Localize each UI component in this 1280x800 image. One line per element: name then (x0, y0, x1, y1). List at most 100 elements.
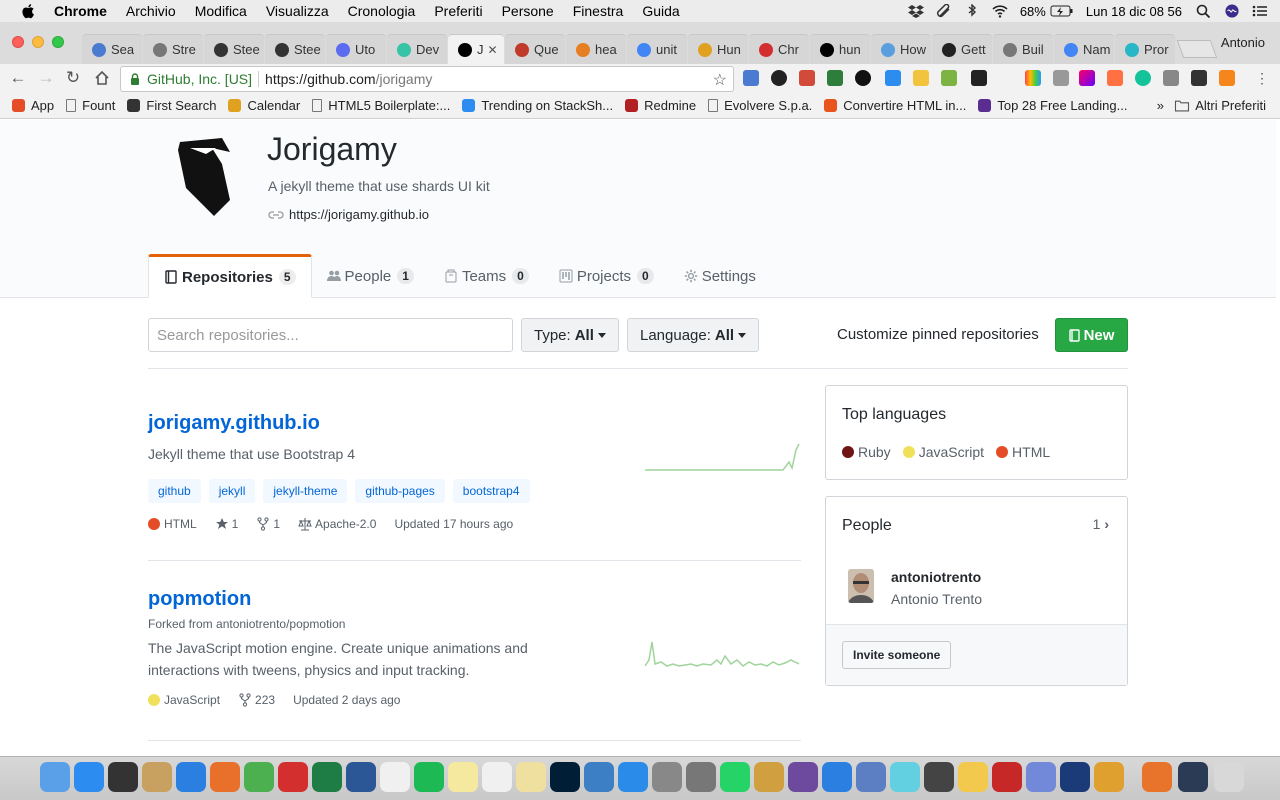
bookmarks-overflow-button[interactable]: » (1157, 98, 1164, 113)
browser-tab[interactable]: Pror (1115, 34, 1175, 64)
apple-logo-icon[interactable] (20, 3, 38, 19)
dock-app-icon[interactable] (142, 762, 172, 792)
menu-persone[interactable]: Persone (502, 3, 554, 19)
siri-icon[interactable] (1224, 4, 1240, 18)
dock-app-icon[interactable] (754, 762, 784, 792)
browser-tab[interactable]: hea (566, 34, 626, 64)
dock-app-icon[interactable] (686, 762, 716, 792)
browser-tab[interactable]: Sea (82, 34, 142, 64)
org-avatar[interactable] (178, 138, 230, 216)
spotlight-search-icon[interactable] (1196, 4, 1212, 18)
address-bar[interactable]: GitHub, Inc. [US] https://github.com/jor… (120, 66, 734, 92)
menu-preferiti[interactable]: Preferiti (434, 3, 482, 19)
new-tab-button[interactable] (1176, 40, 1218, 58)
extension-orange-icon[interactable] (1107, 70, 1123, 86)
topic-tag[interactable]: github (148, 479, 201, 503)
browser-tab[interactable]: Stee (204, 34, 264, 64)
paperclip-icon[interactable] (936, 4, 952, 18)
browser-tab[interactable]: Uto (326, 34, 386, 64)
repo-name-link[interactable]: popmotion (148, 588, 801, 611)
extension-puzzle-icon[interactable] (941, 70, 957, 86)
dock-app-icon[interactable] (1094, 762, 1124, 792)
tab-projects[interactable]: Projects 0 (544, 254, 669, 298)
repo-stars[interactable]: 1 (215, 517, 238, 531)
topic-tag[interactable]: bootstrap4 (452, 479, 530, 503)
browser-tab[interactable]: Stre (143, 34, 203, 64)
tab-settings[interactable]: Settings (669, 254, 771, 298)
browser-tab[interactable]: Gett (932, 34, 992, 64)
tab-teams[interactable]: Teams 0 (429, 254, 544, 298)
type-filter-dropdown[interactable]: Type: All (521, 318, 619, 352)
language-item[interactable]: HTML (996, 444, 1050, 460)
member-avatar[interactable] (848, 569, 874, 603)
member-login[interactable]: antoniotrento (891, 569, 982, 585)
browser-tab[interactable]: Hun (688, 34, 748, 64)
bookmark-item[interactable]: Calendar (228, 98, 300, 113)
dock-app-icon[interactable] (822, 762, 852, 792)
extension-camera-icon[interactable] (1053, 70, 1069, 86)
menubar-clock[interactable]: Lun 18 dic 08 56 (1086, 4, 1182, 19)
dock-app-icon[interactable] (108, 762, 138, 792)
chrome-profile-name[interactable]: Antonio (1221, 35, 1265, 50)
home-icon[interactable] (92, 68, 112, 88)
language-item[interactable]: Ruby (842, 444, 891, 460)
chrome-menu-icon[interactable]: ⋮ (1252, 68, 1272, 88)
bookmark-item[interactable]: Evolvere S.p.a. (708, 98, 812, 113)
dock-app-icon[interactable] (1178, 762, 1208, 792)
secure-lock-icon[interactable] (130, 73, 140, 85)
extension-letter-r-icon[interactable] (999, 70, 1015, 86)
window-close-button[interactable] (12, 36, 24, 48)
invite-someone-button[interactable]: Invite someone (842, 641, 952, 669)
dock-app-icon[interactable] (448, 762, 478, 792)
repo-forks[interactable]: 223 (238, 693, 275, 707)
dock-app-icon[interactable] (312, 762, 342, 792)
menu-finestra[interactable]: Finestra (573, 3, 624, 19)
repo-name-link[interactable]: jorigamy.github.io (148, 412, 801, 435)
extension-download-icon[interactable] (885, 70, 901, 86)
dock-app-icon[interactable] (380, 762, 410, 792)
bookmark-item[interactable]: Top 28 Free Landing... (978, 98, 1127, 113)
menu-cronologia[interactable]: Cronologia (348, 3, 416, 19)
dock-app-icon[interactable] (74, 762, 104, 792)
browser-tab[interactable]: J ✕ (448, 34, 504, 64)
browser-tab[interactable]: Nam (1054, 34, 1114, 64)
battery-icon[interactable] (1050, 4, 1074, 18)
tab-repositories[interactable]: Repositories 5 (148, 254, 312, 298)
notification-center-icon[interactable] (1252, 4, 1268, 18)
trash-icon[interactable] (1214, 762, 1244, 792)
dock-app-icon[interactable] (210, 762, 240, 792)
extension-bars-icon[interactable] (827, 70, 843, 86)
browser-tab[interactable]: hun (810, 34, 870, 64)
dock-app-icon[interactable] (584, 762, 614, 792)
menu-chrome[interactable]: Chrome (54, 3, 107, 19)
dock-app-icon[interactable] (924, 762, 954, 792)
dock-app-icon[interactable] (788, 762, 818, 792)
browser-tab[interactable]: How (871, 34, 931, 64)
window-minimize-button[interactable] (32, 36, 44, 48)
dock-app-icon[interactable] (176, 762, 206, 792)
dock-app-icon[interactable] (1060, 762, 1090, 792)
metamask-fox-icon[interactable] (1219, 70, 1235, 86)
dropbox-icon[interactable] (907, 4, 924, 18)
bluetooth-icon[interactable] (964, 4, 980, 18)
extension-arrows-icon[interactable] (799, 70, 815, 86)
extension-rainbow-icon[interactable] (1025, 70, 1041, 86)
bookmark-item[interactable]: Trending on StackSh... (462, 98, 613, 113)
wifi-icon[interactable] (992, 4, 1008, 18)
dock-app-icon[interactable] (720, 762, 750, 792)
browser-tab[interactable]: Que (505, 34, 565, 64)
new-repository-button[interactable]: New (1055, 318, 1128, 352)
forward-button[interactable]: → (36, 68, 56, 88)
language-item[interactable]: JavaScript (902, 444, 984, 460)
dock-app-icon[interactable] (482, 762, 512, 792)
dock-app-icon[interactable] (652, 762, 682, 792)
dock-app-icon[interactable] (550, 762, 580, 792)
extension-gradient-icon[interactable] (1079, 70, 1095, 86)
org-website-link[interactable]: https://jorigamy.github.io (289, 207, 429, 222)
extension-translate-icon[interactable] (743, 70, 759, 86)
bookmark-item[interactable]: Redmine (625, 98, 696, 113)
topic-tag[interactable]: jekyll (208, 479, 256, 503)
extension-dark-circle-icon[interactable] (771, 70, 787, 86)
browser-tab[interactable]: Dev (387, 34, 447, 64)
topic-tag[interactable]: github-pages (355, 479, 445, 503)
